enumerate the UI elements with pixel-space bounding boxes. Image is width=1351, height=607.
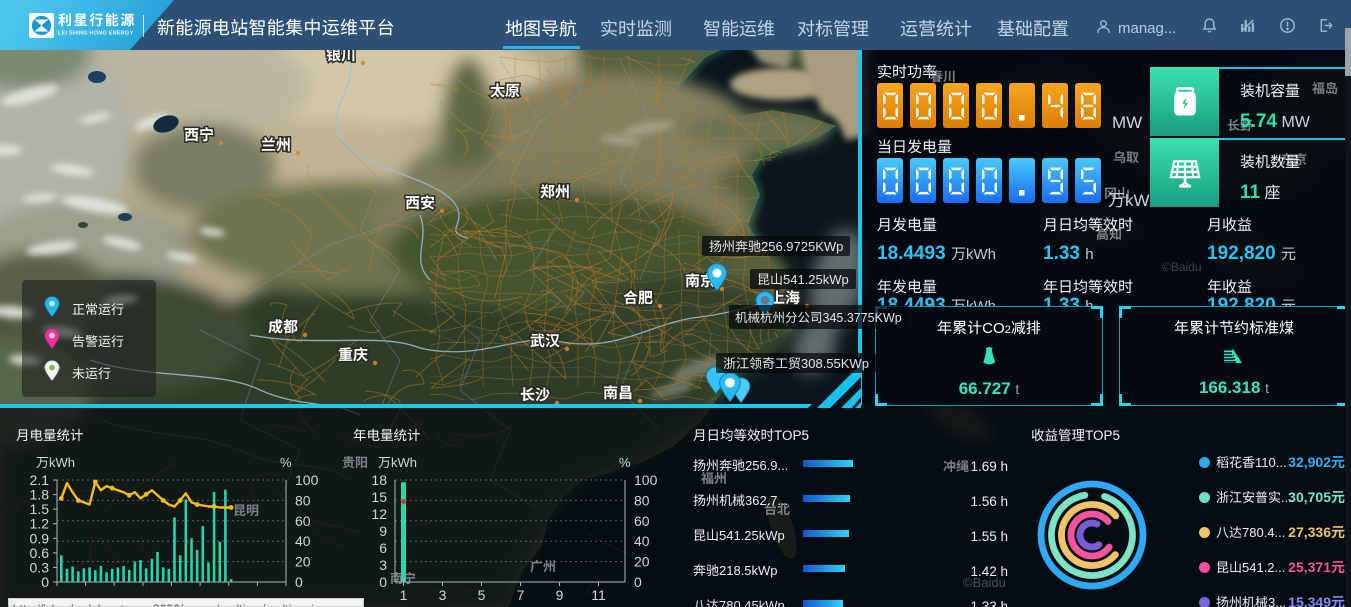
svg-text:0: 0 bbox=[295, 572, 303, 592]
svg-text:20: 20 bbox=[295, 552, 311, 572]
svg-text:3: 3 bbox=[439, 585, 447, 605]
svg-text:100: 100 bbox=[295, 470, 319, 490]
svg-text:万kWh: 万kWh bbox=[378, 452, 417, 471]
svg-text:长沙: 长沙 bbox=[520, 384, 550, 405]
svg-text:60: 60 bbox=[634, 511, 650, 531]
svg-text:重庆: 重庆 bbox=[338, 344, 368, 365]
svg-text:9: 9 bbox=[556, 585, 564, 605]
svg-text:%: % bbox=[280, 452, 292, 471]
svg-text:60: 60 bbox=[295, 511, 311, 531]
svg-text:西安: 西安 bbox=[405, 192, 435, 213]
svg-text:郑州: 郑州 bbox=[540, 181, 570, 202]
svg-text:11: 11 bbox=[591, 585, 606, 605]
svg-text:%: % bbox=[619, 452, 631, 471]
svg-text:80: 80 bbox=[295, 490, 311, 510]
svg-text:7: 7 bbox=[517, 585, 525, 605]
svg-text:成都: 成都 bbox=[268, 316, 298, 337]
svg-text:0: 0 bbox=[41, 572, 49, 592]
svg-text:合肥: 合肥 bbox=[623, 287, 653, 308]
svg-text:40: 40 bbox=[634, 531, 650, 551]
svg-text:万kWh: 万kWh bbox=[36, 452, 75, 471]
svg-text:1: 1 bbox=[400, 585, 408, 605]
svg-text:80: 80 bbox=[634, 490, 650, 510]
svg-text:100: 100 bbox=[634, 470, 658, 490]
svg-text:20: 20 bbox=[634, 552, 650, 572]
svg-text:40: 40 bbox=[295, 531, 311, 551]
svg-text:太原: 太原 bbox=[490, 80, 520, 101]
svg-text:0: 0 bbox=[379, 572, 387, 592]
svg-text:西宁: 西宁 bbox=[184, 124, 214, 145]
svg-text:兰州: 兰州 bbox=[261, 134, 291, 155]
svg-text:南昌: 南昌 bbox=[603, 382, 633, 403]
svg-text:武汉: 武汉 bbox=[530, 330, 560, 351]
svg-text:0: 0 bbox=[634, 572, 642, 592]
svg-text:5: 5 bbox=[478, 585, 486, 605]
